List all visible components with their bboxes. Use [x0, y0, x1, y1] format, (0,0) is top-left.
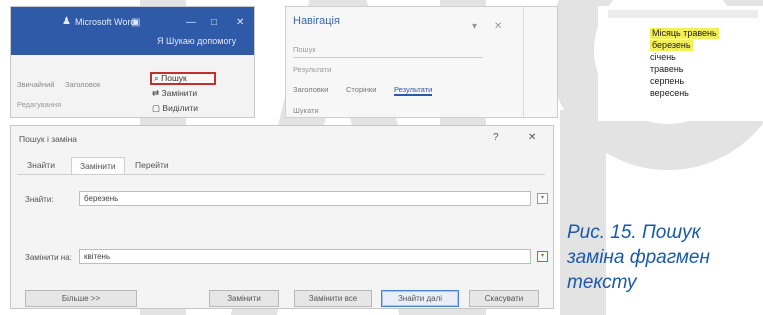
highlight-results: Місяць травень березень січень травень с… — [598, 6, 763, 121]
word-item: січень — [650, 52, 676, 62]
replace-icon: ⇄ — [152, 88, 160, 98]
find-icon: ⌕ — [154, 73, 159, 83]
caption-line-1: Рис. 15. Пошук — [567, 222, 701, 243]
ribbon-titlebar — [11, 7, 254, 55]
style-normal[interactable]: Звичайний — [17, 80, 55, 89]
tab-divider — [17, 174, 545, 175]
navigation-results-count: Результати — [293, 65, 332, 74]
navigation-footer: Шукати — [293, 106, 319, 115]
navigation-title: Навігація — [293, 15, 340, 27]
find-replace-dialog: Пошук і заміна ? ✕ Знайти Замінити Перей… — [10, 125, 554, 309]
cancel-button[interactable]: Скасувати — [469, 290, 539, 307]
ribbon-panel: ♟ Microsoft Word — □ ✕ ▣ Я Шукаю допомог… — [10, 6, 255, 118]
word-item: березень — [650, 40, 693, 51]
replace-label: Замінити — [161, 88, 198, 98]
replace-with-label: Замінити на: — [25, 253, 72, 262]
more-options-button[interactable]: Більше >> — [25, 290, 137, 307]
figure-caption: Рис. 15. Пошук заміна фрагмен тексту — [567, 220, 763, 295]
ribbon-options-icon[interactable]: ▣ — [131, 17, 140, 28]
tab-find[interactable]: Знайти — [27, 160, 55, 170]
word-item: вересень — [650, 88, 689, 98]
select-button[interactable]: ▢ Виділити — [152, 103, 198, 114]
ribbon-title: Microsoft Word — [75, 17, 136, 27]
find-history-dropdown[interactable]: ▾ — [537, 193, 548, 204]
find-what-label: Знайти: — [25, 195, 54, 204]
navigation-search-input[interactable]: Пошук — [293, 45, 483, 58]
replace-button[interactable]: ⇄ Замінити — [152, 88, 197, 99]
style-heading[interactable]: Заголовок — [65, 80, 100, 89]
caption-line-2: заміна фрагмен — [567, 247, 710, 268]
navigation-pane: Навігація ▾ ✕ Пошук Результати Заголовки… — [285, 6, 558, 118]
find-next-button[interactable]: Знайти далі — [381, 290, 459, 307]
find-what-value: березень — [84, 194, 119, 203]
ruler — [608, 10, 758, 18]
tab-pages[interactable]: Сторінки — [346, 85, 376, 94]
find-what-input[interactable]: березень — [79, 191, 531, 206]
help-icon[interactable]: ? — [493, 132, 499, 143]
close-icon[interactable]: ✕ — [236, 17, 244, 28]
word-item: серпень — [650, 76, 685, 86]
select-icon: ▢ — [152, 103, 161, 113]
replace-button[interactable]: Замінити — [209, 290, 279, 307]
caption-line-3: тексту — [567, 272, 637, 293]
find-label: Пошук — [161, 73, 187, 83]
select-label: Виділити — [162, 103, 199, 113]
replace-all-button[interactable]: Замінити все — [294, 290, 372, 307]
word-item: Місяць травень — [650, 28, 719, 39]
dialog-close-icon[interactable]: ✕ — [528, 132, 536, 143]
pane-options-icon[interactable]: ▾ — [472, 21, 477, 32]
editing-group-label: Редагування — [17, 100, 62, 109]
tab-replace[interactable]: Замінити — [71, 157, 125, 175]
user-icon: ♟ — [62, 16, 71, 27]
replace-with-value: квітень — [84, 252, 111, 261]
tab-headings[interactable]: Заголовки — [293, 85, 328, 94]
restore-icon[interactable]: □ — [211, 17, 217, 28]
minimize-icon[interactable]: — — [186, 17, 196, 28]
tell-me-search[interactable]: Я Шукаю допомогу — [157, 36, 236, 46]
word-item: травень — [650, 64, 684, 74]
navigation-search-placeholder: Пошук — [293, 45, 316, 54]
find-button[interactable]: ⌕ Пошук — [150, 72, 216, 85]
replace-history-dropdown[interactable]: ▾ — [537, 251, 548, 262]
tab-results[interactable]: Результати — [394, 85, 433, 96]
replace-with-input[interactable]: квітень — [79, 249, 531, 264]
dialog-title: Пошук і заміна — [19, 134, 78, 144]
pane-close-icon[interactable]: ✕ — [494, 21, 502, 32]
navigation-scrollbar[interactable] — [523, 7, 534, 117]
tab-goto[interactable]: Перейти — [135, 160, 169, 170]
